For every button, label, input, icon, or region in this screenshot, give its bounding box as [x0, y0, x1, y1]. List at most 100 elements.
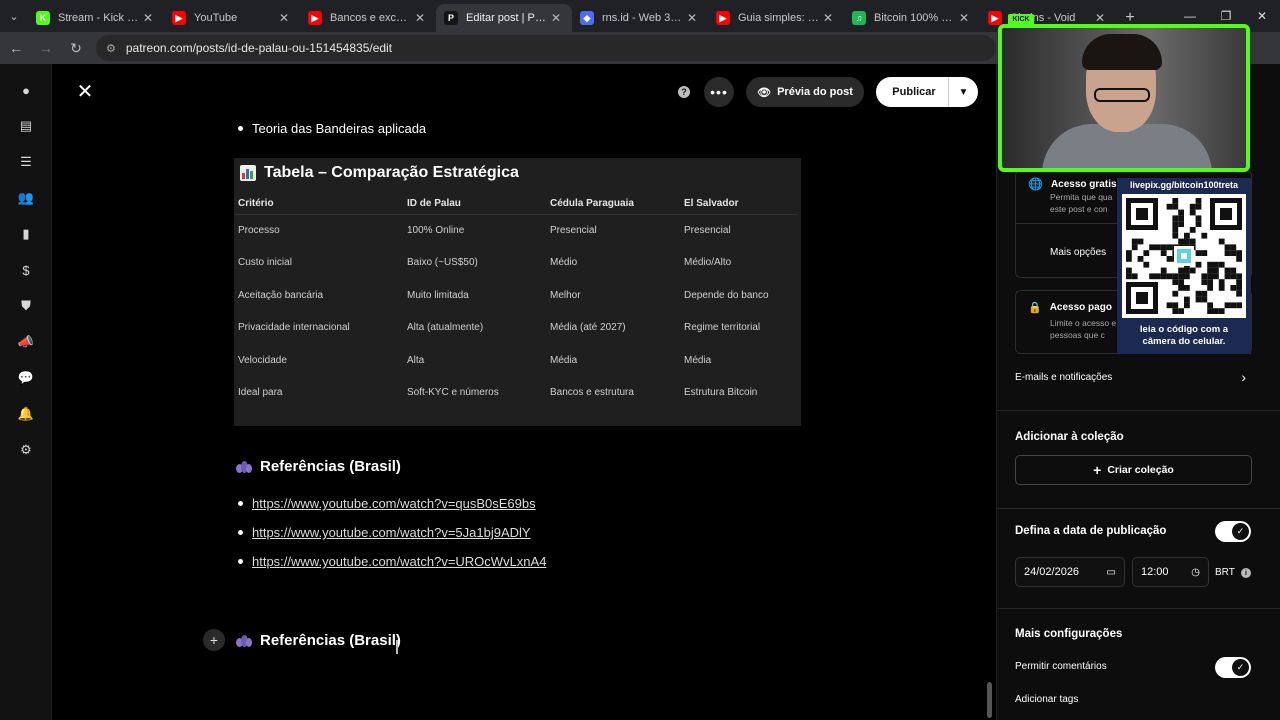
tab-close-icon[interactable]: ✕	[276, 11, 292, 25]
tab-close-icon[interactable]: ✕	[1092, 11, 1108, 25]
insights-icon[interactable]: ▮	[16, 224, 36, 244]
browser-tab[interactable]: P Editar post | Patreon✕	[436, 4, 572, 32]
emails-notifications-link[interactable]: E-mails e notificações	[1015, 372, 1112, 383]
notifications-icon[interactable]: 🔔	[16, 404, 36, 424]
publish-date-toggle[interactable]: ✓	[1215, 521, 1251, 542]
tab-close-icon[interactable]: ✕	[684, 11, 700, 25]
add-block-button[interactable]: +	[203, 629, 225, 651]
time-field[interactable]: 12:00 ◷	[1132, 557, 1209, 587]
table-cell: Custo inicial	[238, 257, 292, 269]
preview-post-button[interactable]: 👁 Prévia do post	[746, 77, 864, 107]
publish-label: Publicar	[892, 86, 936, 98]
table-cell: Médio	[550, 257, 578, 269]
qr-caption-line: câmera do celular.	[1142, 336, 1226, 347]
table-header: Critério	[234, 194, 403, 215]
text-cursor	[396, 640, 398, 654]
references-heading-duplicate[interactable]: Referências (Brasil)	[236, 632, 401, 649]
back-icon[interactable]: ←	[2, 34, 30, 62]
table-cell: Presencial	[550, 225, 597, 236]
info-icon[interactable]: i	[1241, 568, 1251, 578]
browser-tab[interactable]: ▶ Bancos e exchanges✕	[300, 4, 436, 32]
tab-favicon-icon: P	[444, 11, 458, 25]
tab-label: YouTube	[194, 12, 238, 24]
chevron-down-icon[interactable]: ▼	[948, 77, 978, 107]
qr-overlay: livepix.gg/bitcoin100treta leia o código…	[1117, 178, 1251, 354]
references-heading[interactable]: Referências (Brasil)	[236, 458, 401, 475]
browser-tab[interactable]: ◆ rns.id - Web 3.0 Digital✕	[572, 4, 708, 32]
tab-label: Editar post | Patreon	[466, 12, 548, 24]
table-title-text: Tabela – Comparação Estratégica	[264, 164, 519, 181]
tab-search-icon[interactable]: ⌄	[0, 0, 28, 32]
date-field[interactable]: 24/02/2026 ▭	[1015, 557, 1125, 587]
reference-link[interactable]: https://www.youtube.com/watch?v=UROcWvLx…	[252, 554, 546, 569]
tab-close-icon[interactable]: ✕	[140, 11, 156, 25]
comparison-table-block[interactable]: Tabela – Comparação Estratégica Critério…	[234, 158, 801, 426]
library-icon[interactable]: ☰	[16, 152, 36, 172]
tab-label: Guia simples: ID de Palau	[738, 12, 820, 24]
timezone-label: BRT	[1215, 567, 1235, 578]
time-value: 12:00	[1141, 566, 1169, 578]
publish-button[interactable]: Publicar ▼	[876, 77, 978, 107]
site-info-icon[interactable]: ⚙	[106, 42, 116, 55]
more-options-link[interactable]: Mais opções	[1050, 247, 1106, 258]
list-item: https://www.youtube.com/watch?v=UROcWvLx…	[238, 554, 546, 569]
editor-scrollbar[interactable]	[987, 682, 992, 718]
list-item[interactable]: Teoria das Bandeiras aplicada	[238, 121, 426, 136]
tab-favicon-icon: ▶	[308, 11, 322, 25]
tab-close-icon[interactable]: ✕	[412, 11, 428, 25]
free-access-title: Acesso gratis	[1050, 178, 1117, 190]
table-cell: Média	[684, 354, 712, 366]
url-input[interactable]: ⚙ patreon.com/posts/id-de-palau-ou-15145…	[96, 35, 996, 61]
table-header: Cédula Paraguaia	[546, 194, 680, 215]
browser-tab[interactable]: ▶ Guia simples: ID de Palau✕	[708, 4, 844, 32]
audience-icon[interactable]: 👥	[16, 188, 36, 208]
reload-icon[interactable]: ↻	[62, 34, 90, 62]
forward-icon[interactable]: →	[32, 34, 60, 62]
tab-close-icon[interactable]: ✕	[548, 11, 564, 25]
references-heading-text: Referências (Brasil)	[260, 632, 401, 649]
reference-link[interactable]: https://www.youtube.com/watch?v=qusB0sE6…	[252, 496, 536, 511]
qr-caption: leia o código com a câmera do celular.	[1117, 324, 1251, 348]
help-icon[interactable]: ?	[678, 86, 690, 98]
plus-icon: +	[1093, 462, 1102, 478]
shield-icon[interactable]: ⛊	[16, 296, 36, 316]
table-row: Custo inicial Baixo (~US$50) Médio Médio/Al…	[234, 247, 797, 280]
webcam-overlay	[998, 24, 1250, 172]
payouts-icon[interactable]: $	[16, 260, 36, 280]
browser-tab[interactable]: K Stream - Kick Dashboard✕	[28, 4, 164, 32]
more-settings-heading: Mais configurações	[1015, 628, 1123, 640]
dashboard-icon[interactable]: ▤	[16, 116, 36, 136]
create-collection-button[interactable]: + Criar coleção	[1015, 455, 1252, 485]
clock-icon[interactable]: ◷	[1191, 567, 1200, 578]
table-header: El Salvador	[680, 194, 797, 215]
bar-chart-icon	[240, 165, 256, 181]
add-collection-heading: Adicionar à coleção	[1015, 431, 1124, 443]
table-row: Aceitação bancária Muito limitada Melhor De…	[234, 279, 797, 312]
calendar-icon[interactable]: ▭	[1107, 567, 1116, 578]
preview-label: Prévia do post	[777, 86, 853, 98]
comparison-table: Critério ID de Palau Cédula Paraguaia El Sa…	[234, 194, 797, 409]
lock-coin-icon: 🔒	[1028, 302, 1042, 314]
qr-code-icon	[1122, 194, 1246, 318]
browser-tab[interactable]: ♫ Bitcoin 100% Bullshit✕	[844, 4, 980, 32]
more-options-button[interactable]: •••	[704, 77, 734, 107]
tab-close-icon[interactable]: ✕	[956, 11, 972, 25]
browser-tab[interactable]: ▶ YouTube ✕	[164, 4, 300, 32]
tab-label: rns.id - Web 3.0 Digital	[602, 12, 684, 24]
create-collection-label: Criar coleção	[1107, 464, 1174, 476]
promotions-icon[interactable]: 📣	[16, 332, 36, 352]
chevron-right-icon[interactable]: ›	[1241, 369, 1246, 385]
settings-gear-icon[interactable]: ⚙	[16, 440, 36, 460]
table-cell: Alta (atualmente)	[407, 322, 484, 334]
close-editor-icon[interactable]: ✕	[74, 80, 96, 103]
table-cell: 100% Online	[407, 225, 465, 236]
tab-close-icon[interactable]: ✕	[820, 11, 836, 25]
free-access-desc: Permita que qua este post e con	[1050, 192, 1113, 214]
reference-link[interactable]: https://www.youtube.com/watch?v=5Ja1bj9A…	[252, 525, 531, 540]
allow-comments-toggle[interactable]: ✓	[1215, 657, 1251, 678]
patreon-logo-icon[interactable]: ●	[16, 80, 36, 100]
table-cell: Processo	[238, 225, 280, 236]
app-sidebar: ● ▤ ☰ 👥 ▮ $ ⛊ 📣 💬 🔔 ⚙	[0, 64, 52, 720]
table-cell: Melhor	[550, 289, 581, 301]
chat-icon[interactable]: 💬	[16, 368, 36, 388]
